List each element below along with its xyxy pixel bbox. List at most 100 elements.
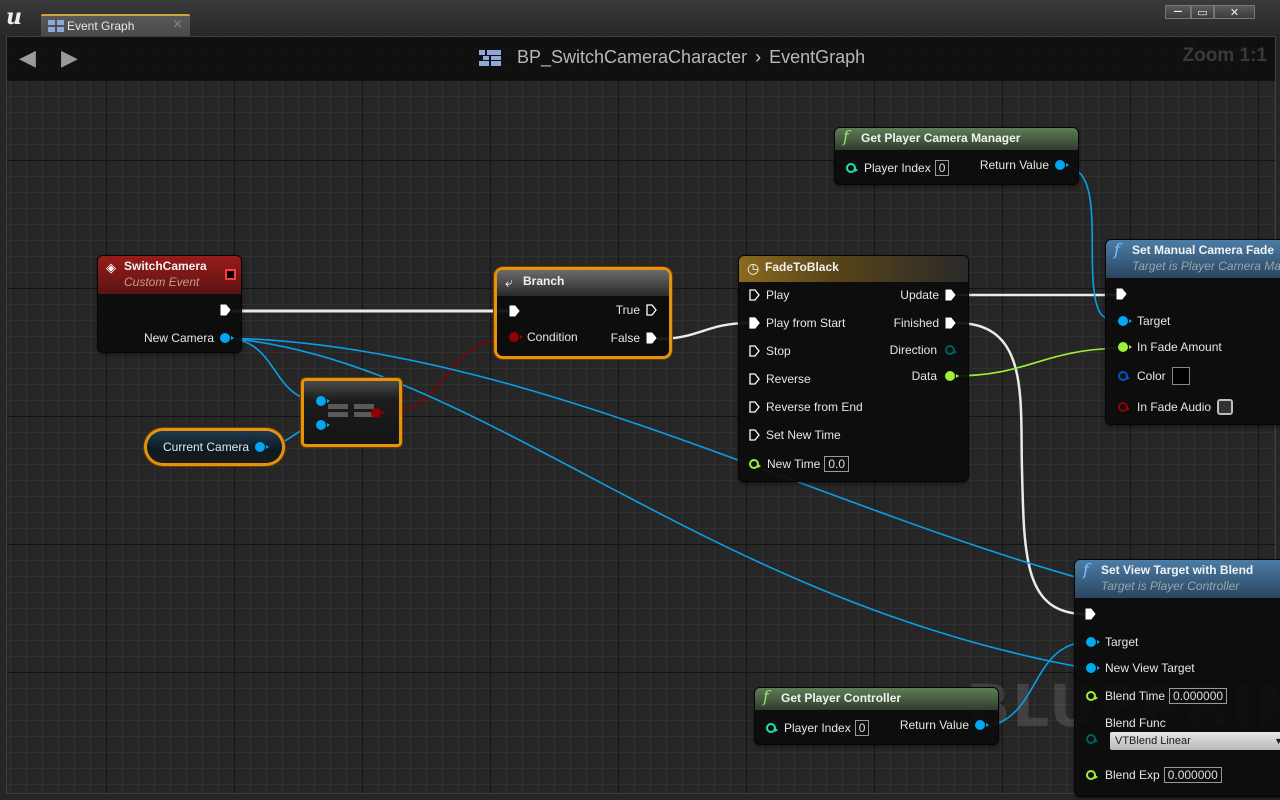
int-pin-icon	[766, 723, 778, 733]
clock-icon: ◷	[747, 260, 760, 276]
object-pin-icon[interactable]	[316, 420, 330, 430]
pin-new-view-target[interactable]: New View Target	[1086, 661, 1195, 675]
node-get-player-camera-manager[interactable]: f Get Player Camera Manager Player Index…	[835, 128, 1078, 184]
pin-in-fade-audio[interactable]: In Fade Audio	[1118, 399, 1234, 415]
node-switch-camera-event[interactable]: ◈ SwitchCamera Custom Event New Camera	[98, 256, 241, 352]
node-subtitle: Custom Event	[124, 275, 200, 289]
pin-label: Set New Time	[766, 428, 841, 442]
pin-player-index[interactable]: Player Index 0	[846, 160, 950, 176]
equals-symbol-bar	[328, 412, 348, 417]
node-header: f Set View Target with Blend Target is P…	[1075, 560, 1280, 598]
enum-pin-icon[interactable]	[1086, 734, 1098, 744]
exec-pin-icon	[749, 317, 760, 329]
blend-time-input[interactable]: 0.000000	[1169, 688, 1228, 704]
pin-label: Player Index	[864, 161, 931, 175]
float-pin-icon	[1118, 342, 1132, 352]
in-fade-audio-checkbox[interactable]	[1217, 399, 1234, 415]
node-equal-object[interactable]	[304, 381, 399, 444]
pin-false[interactable]: False	[611, 331, 657, 345]
breadcrumb-blueprint[interactable]: BP_SwitchCameraCharacter	[517, 47, 747, 68]
pin-player-index[interactable]: Player Index 0	[766, 720, 870, 736]
event-diamond-icon: ◈	[106, 260, 116, 275]
close-icon: ✕	[1229, 5, 1240, 19]
object-pin-icon	[1086, 663, 1100, 673]
back-arrow-icon[interactable]: ◀	[19, 48, 41, 70]
pin-timeline-input[interactable]: Reverse from End	[749, 400, 863, 414]
pin-true[interactable]: True	[616, 303, 657, 317]
pin-timeline-input[interactable]: Reverse	[749, 372, 811, 386]
pin-condition[interactable]: Condition	[509, 330, 578, 344]
pin-label: Reverse	[766, 372, 811, 386]
exec-in-pin[interactable]	[1116, 288, 1127, 300]
delegate-pin-icon[interactable]	[225, 269, 236, 280]
window-controls: — ▭ ✕	[1165, 5, 1255, 19]
float-pin-icon	[749, 459, 761, 469]
tab-close-icon[interactable]: ×	[172, 16, 183, 34]
pin-target[interactable]: Target	[1086, 635, 1138, 649]
pin-return-value[interactable]: Return Value	[980, 158, 1069, 172]
exec-pin-icon	[1085, 608, 1096, 620]
node-title: Get Player Controller	[781, 691, 902, 705]
pin-current-camera[interactable]: Current Camera	[163, 440, 270, 454]
node-get-player-controller[interactable]: f Get Player Controller Player Index 0 R…	[755, 688, 998, 744]
pin-new-camera[interactable]: New Camera	[144, 331, 234, 345]
node-branch[interactable]: ⤶ Branch True Condition False	[497, 270, 669, 356]
pin-update[interactable]: Update	[900, 288, 956, 302]
pin-timeline-input[interactable]: Play	[749, 288, 789, 302]
pin-direction[interactable]: Direction	[890, 343, 957, 357]
graph-toolbar: ◀ ▶ BP_SwitchCameraCharacter › EventGrap…	[7, 37, 1275, 81]
object-pin-icon[interactable]	[316, 396, 330, 406]
pin-blend-time[interactable]: Blend Time 0.000000	[1086, 688, 1228, 704]
blend-func-dropdown[interactable]: VTBlend Linear ▼	[1110, 732, 1280, 750]
new-time-input[interactable]: 0.0	[824, 456, 850, 472]
pin-label: Return Value	[899, 718, 969, 732]
pin-color[interactable]: Color	[1118, 367, 1190, 385]
pin-return-value[interactable]: Return Value	[899, 718, 989, 732]
minimize-button[interactable]: —	[1165, 5, 1191, 19]
pin-new-time[interactable]: New Time 0.0	[749, 456, 850, 472]
node-title: Branch	[523, 274, 565, 288]
close-window-button[interactable]: ✕	[1214, 5, 1255, 19]
struct-pin-icon	[1118, 371, 1130, 381]
player-index-input[interactable]: 0	[934, 160, 950, 176]
pin-label: Target	[1105, 635, 1139, 649]
pin-timeline-input[interactable]: Play from Start	[749, 316, 845, 330]
node-fade-to-black-timeline[interactable]: ◷ FadeToBlack Play Play from Start Stop Rev…	[739, 256, 968, 481]
color-swatch[interactable]	[1171, 367, 1190, 385]
node-set-view-target-with-blend[interactable]: f Set View Target with Blend Target is P…	[1075, 560, 1280, 796]
boolean-pin-icon[interactable]	[371, 408, 385, 418]
pin-in-fade-amount[interactable]: In Fade Amount	[1118, 340, 1222, 354]
exec-pin-icon	[945, 317, 956, 329]
player-index-input[interactable]: 0	[854, 720, 870, 736]
node-title: SwitchCamera	[124, 259, 207, 273]
pin-finished[interactable]: Finished	[894, 316, 956, 330]
exec-in-pin[interactable]	[1085, 608, 1096, 620]
exec-out-pin[interactable]	[220, 304, 231, 316]
exec-pin-icon	[220, 304, 231, 316]
pin-target[interactable]: Target	[1118, 314, 1170, 328]
pin-data[interactable]: Data	[912, 369, 959, 383]
pin-label: New View Target	[1105, 661, 1195, 675]
pin-label: In Fade Amount	[1137, 340, 1222, 354]
pin-timeline-input[interactable]: Stop	[749, 344, 791, 358]
tab-event-graph[interactable]: Event Graph ×	[41, 14, 190, 36]
pin-label: Finished	[893, 316, 939, 330]
node-current-camera-variable[interactable]: Current Camera	[147, 431, 282, 463]
pin-label: New Time	[767, 457, 821, 471]
pin-timeline-input[interactable]: Set New Time	[749, 428, 841, 442]
node-header: f Get Player Controller	[755, 688, 998, 710]
forward-arrow-icon[interactable]: ▶	[61, 48, 83, 70]
node-header: ◷ FadeToBlack	[739, 256, 968, 282]
blend-exp-input[interactable]: 0.000000	[1163, 767, 1222, 783]
node-set-manual-camera-fade[interactable]: f Set Manual Camera Fade Target is Playe…	[1106, 240, 1280, 424]
exec-in-pin[interactable]	[509, 305, 520, 317]
breadcrumb-graph[interactable]: EventGraph	[769, 47, 865, 68]
function-icon: f	[1083, 560, 1089, 579]
node-header: ◈ SwitchCamera Custom Event	[98, 256, 241, 294]
pin-label: False	[610, 331, 640, 345]
graph-icon	[48, 20, 64, 32]
pin-blend-exp[interactable]: Blend Exp 0.000000	[1086, 767, 1222, 783]
maximize-button[interactable]: ▭	[1191, 5, 1214, 19]
boolean-pin-icon	[509, 332, 523, 342]
exec-pin-icon	[749, 289, 760, 301]
